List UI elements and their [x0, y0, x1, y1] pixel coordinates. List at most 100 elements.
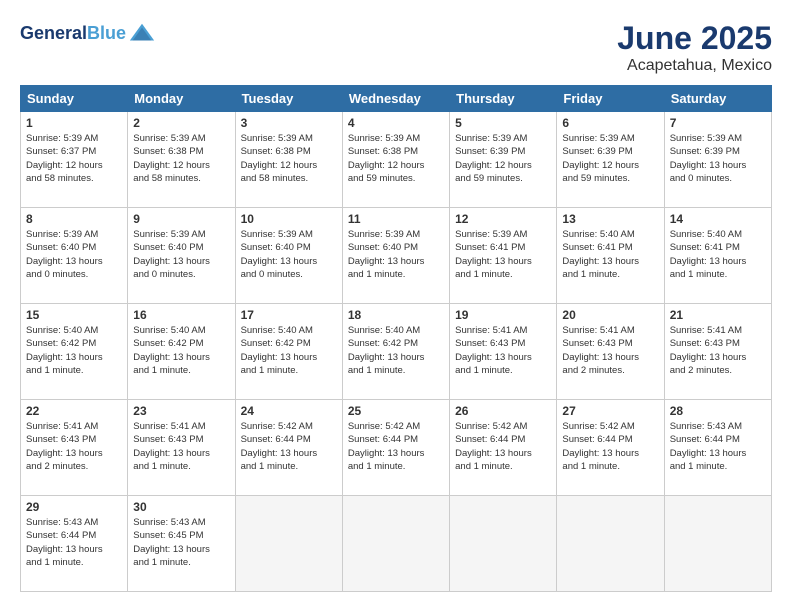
table-row: 16Sunrise: 5:40 AMSunset: 6:42 PMDayligh…	[128, 304, 235, 400]
day-detail: Sunrise: 5:40 AMSunset: 6:41 PMDaylight:…	[562, 228, 658, 281]
day-number: 6	[562, 116, 658, 130]
table-row: 3 Sunrise: 5:39 AMSunset: 6:38 PMDaylight…	[235, 112, 342, 208]
logo-icon	[128, 20, 156, 48]
day-detail: Sunrise: 5:40 AMSunset: 6:42 PMDaylight:…	[26, 324, 122, 377]
logo-text: GeneralBlue	[20, 24, 126, 44]
day-detail: Sunrise: 5:39 AMSunset: 6:38 PMDaylight:…	[348, 132, 444, 185]
day-detail: Sunrise: 5:41 AMSunset: 6:43 PMDaylight:…	[133, 420, 229, 473]
table-row: 6 Sunrise: 5:39 AMSunset: 6:39 PMDaylight…	[557, 112, 664, 208]
day-number: 10	[241, 212, 337, 226]
table-row: 8 Sunrise: 5:39 AMSunset: 6:40 PMDaylight…	[21, 208, 128, 304]
day-detail: Sunrise: 5:39 AMSunset: 6:40 PMDaylight:…	[26, 228, 122, 281]
table-row: 10 Sunrise: 5:39 AMSunset: 6:40 PMDayligh…	[235, 208, 342, 304]
day-number: 2	[133, 116, 229, 130]
day-detail: Sunrise: 5:39 AMSunset: 6:38 PMDaylight:…	[133, 132, 229, 185]
day-detail: Sunrise: 5:39 AMSunset: 6:37 PMDaylight:…	[26, 132, 122, 185]
day-detail: Sunrise: 5:39 AMSunset: 6:40 PMDaylight:…	[241, 228, 337, 281]
day-number: 4	[348, 116, 444, 130]
day-detail: Sunrise: 5:39 AMSunset: 6:39 PMDaylight:…	[455, 132, 551, 185]
day-detail: Sunrise: 5:42 AMSunset: 6:44 PMDaylight:…	[241, 420, 337, 473]
day-number: 9	[133, 212, 229, 226]
day-number: 26	[455, 404, 551, 418]
logo: GeneralBlue	[20, 20, 156, 48]
table-row: 28Sunrise: 5:43 AMSunset: 6:44 PMDayligh…	[664, 400, 771, 496]
table-row: 1 Sunrise: 5:39 AMSunset: 6:37 PMDaylight…	[21, 112, 128, 208]
table-row	[664, 496, 771, 592]
calendar-week-row: 8 Sunrise: 5:39 AMSunset: 6:40 PMDaylight…	[21, 208, 772, 304]
table-row	[342, 496, 449, 592]
day-number: 14	[670, 212, 766, 226]
table-row: 14 Sunrise: 5:40 AMSunset: 6:41 PMDayligh…	[664, 208, 771, 304]
day-number: 28	[670, 404, 766, 418]
day-detail: Sunrise: 5:41 AMSunset: 6:43 PMDaylight:…	[455, 324, 551, 377]
day-number: 3	[241, 116, 337, 130]
day-detail: Sunrise: 5:39 AMSunset: 6:41 PMDaylight:…	[455, 228, 551, 281]
calendar-week-row: 15 Sunrise: 5:40 AMSunset: 6:42 PMDayligh…	[21, 304, 772, 400]
table-row: 2 Sunrise: 5:39 AMSunset: 6:38 PMDaylight…	[128, 112, 235, 208]
day-number: 19	[455, 308, 551, 322]
day-detail: Sunrise: 5:39 AMSunset: 6:39 PMDaylight:…	[562, 132, 658, 185]
subtitle: Acapetahua, Mexico	[617, 57, 772, 75]
table-row: 9 Sunrise: 5:39 AMSunset: 6:40 PMDaylight…	[128, 208, 235, 304]
table-row: 22 Sunrise: 5:41 AMSunset: 6:43 PMDayligh…	[21, 400, 128, 496]
table-row	[450, 496, 557, 592]
page: GeneralBlue June 2025 Acapetahua, Mexico…	[0, 0, 792, 612]
table-row: 18 Sunrise: 5:40 AMSunset: 6:42 PMDayligh…	[342, 304, 449, 400]
col-wednesday: Wednesday	[342, 86, 449, 112]
day-number: 30	[133, 500, 229, 514]
day-number: 15	[26, 308, 122, 322]
title-area: June 2025 Acapetahua, Mexico	[617, 20, 772, 75]
day-detail: Sunrise: 5:41 AMSunset: 6:43 PMDaylight:…	[26, 420, 122, 473]
day-number: 29	[26, 500, 122, 514]
day-number: 18	[348, 308, 444, 322]
table-row: 15 Sunrise: 5:40 AMSunset: 6:42 PMDayligh…	[21, 304, 128, 400]
day-number: 1	[26, 116, 122, 130]
header: GeneralBlue June 2025 Acapetahua, Mexico	[20, 20, 772, 75]
day-number: 22	[26, 404, 122, 418]
day-number: 13	[562, 212, 658, 226]
table-row: 23 Sunrise: 5:41 AMSunset: 6:43 PMDayligh…	[128, 400, 235, 496]
day-detail: Sunrise: 5:43 AMSunset: 6:44 PMDaylight:…	[26, 516, 122, 569]
day-number: 16	[133, 308, 229, 322]
day-number: 25	[348, 404, 444, 418]
col-friday: Friday	[557, 86, 664, 112]
day-number: 7	[670, 116, 766, 130]
day-detail: Sunrise: 5:41 AMSunset: 6:43 PMDaylight:…	[562, 324, 658, 377]
day-number: 20	[562, 308, 658, 322]
day-number: 24	[241, 404, 337, 418]
table-row: 24 Sunrise: 5:42 AMSunset: 6:44 PMDayligh…	[235, 400, 342, 496]
day-detail: Sunrise: 5:39 AMSunset: 6:40 PMDaylight:…	[133, 228, 229, 281]
day-number: 21	[670, 308, 766, 322]
table-row: 20 Sunrise: 5:41 AMSunset: 6:43 PMDayligh…	[557, 304, 664, 400]
table-row: 25 Sunrise: 5:42 AMSunset: 6:44 PMDayligh…	[342, 400, 449, 496]
calendar-week-row: 22 Sunrise: 5:41 AMSunset: 6:43 PMDayligh…	[21, 400, 772, 496]
day-number: 12	[455, 212, 551, 226]
day-detail: Sunrise: 5:42 AMSunset: 6:44 PMDaylight:…	[348, 420, 444, 473]
table-row	[235, 496, 342, 592]
day-detail: Sunrise: 5:39 AMSunset: 6:38 PMDaylight:…	[241, 132, 337, 185]
table-row: 29 Sunrise: 5:43 AMSunset: 6:44 PMDayligh…	[21, 496, 128, 592]
calendar-week-row: 29 Sunrise: 5:43 AMSunset: 6:44 PMDayligh…	[21, 496, 772, 592]
day-detail: Sunrise: 5:39 AMSunset: 6:40 PMDaylight:…	[348, 228, 444, 281]
table-row: 7 Sunrise: 5:39 AMSunset: 6:39 PMDaylight…	[664, 112, 771, 208]
table-row: 26Sunrise: 5:42 AMSunset: 6:44 PMDayligh…	[450, 400, 557, 496]
table-row: 11Sunrise: 5:39 AMSunset: 6:40 PMDayligh…	[342, 208, 449, 304]
calendar-week-row: 1 Sunrise: 5:39 AMSunset: 6:37 PMDaylight…	[21, 112, 772, 208]
table-row: 12 Sunrise: 5:39 AMSunset: 6:41 PMDayligh…	[450, 208, 557, 304]
table-row: 17Sunrise: 5:40 AMSunset: 6:42 PMDayligh…	[235, 304, 342, 400]
day-number: 23	[133, 404, 229, 418]
day-number: 17	[241, 308, 337, 322]
day-detail: Sunrise: 5:39 AMSunset: 6:39 PMDaylight:…	[670, 132, 766, 185]
day-number: 8	[26, 212, 122, 226]
day-detail: Sunrise: 5:41 AMSunset: 6:43 PMDaylight:…	[670, 324, 766, 377]
day-number: 27	[562, 404, 658, 418]
col-saturday: Saturday	[664, 86, 771, 112]
day-detail: Sunrise: 5:40 AMSunset: 6:41 PMDaylight:…	[670, 228, 766, 281]
day-number: 5	[455, 116, 551, 130]
table-row: 27Sunrise: 5:42 AMSunset: 6:44 PMDayligh…	[557, 400, 664, 496]
table-row: 19 Sunrise: 5:41 AMSunset: 6:43 PMDayligh…	[450, 304, 557, 400]
main-title: June 2025	[617, 20, 772, 57]
day-detail: Sunrise: 5:43 AMSunset: 6:45 PMDaylight:…	[133, 516, 229, 569]
day-detail: Sunrise: 5:40 AMSunset: 6:42 PMDaylight:…	[348, 324, 444, 377]
calendar-table: Sunday Monday Tuesday Wednesday Thursday…	[20, 85, 772, 592]
